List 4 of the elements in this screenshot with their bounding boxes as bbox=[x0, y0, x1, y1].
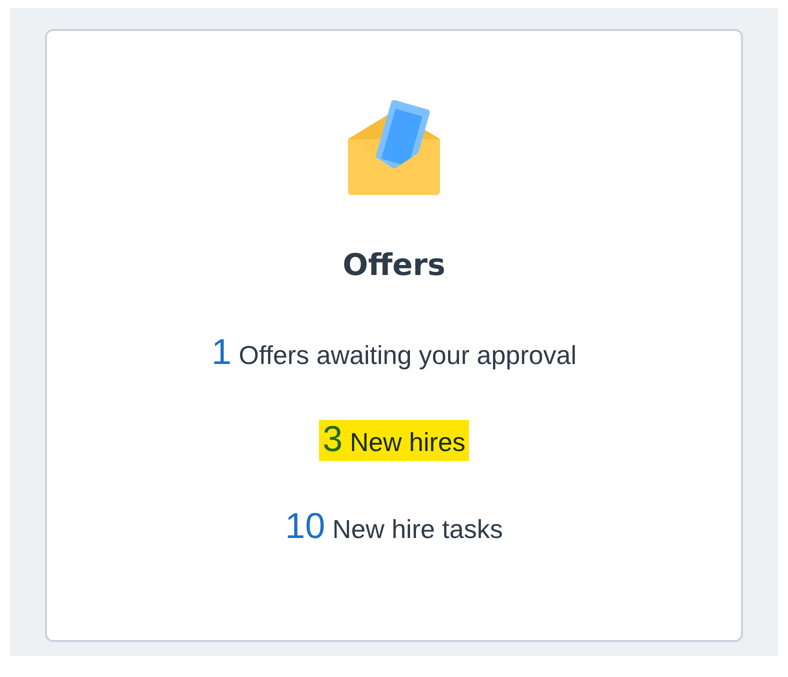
summary-link[interactable]: 10 New hire tasks bbox=[281, 507, 507, 548]
summary-link[interactable]: 3 New hires bbox=[318, 420, 470, 461]
summary-link[interactable]: 1 Offers awaiting your approval bbox=[208, 333, 580, 374]
card-title: Offers bbox=[342, 251, 446, 281]
